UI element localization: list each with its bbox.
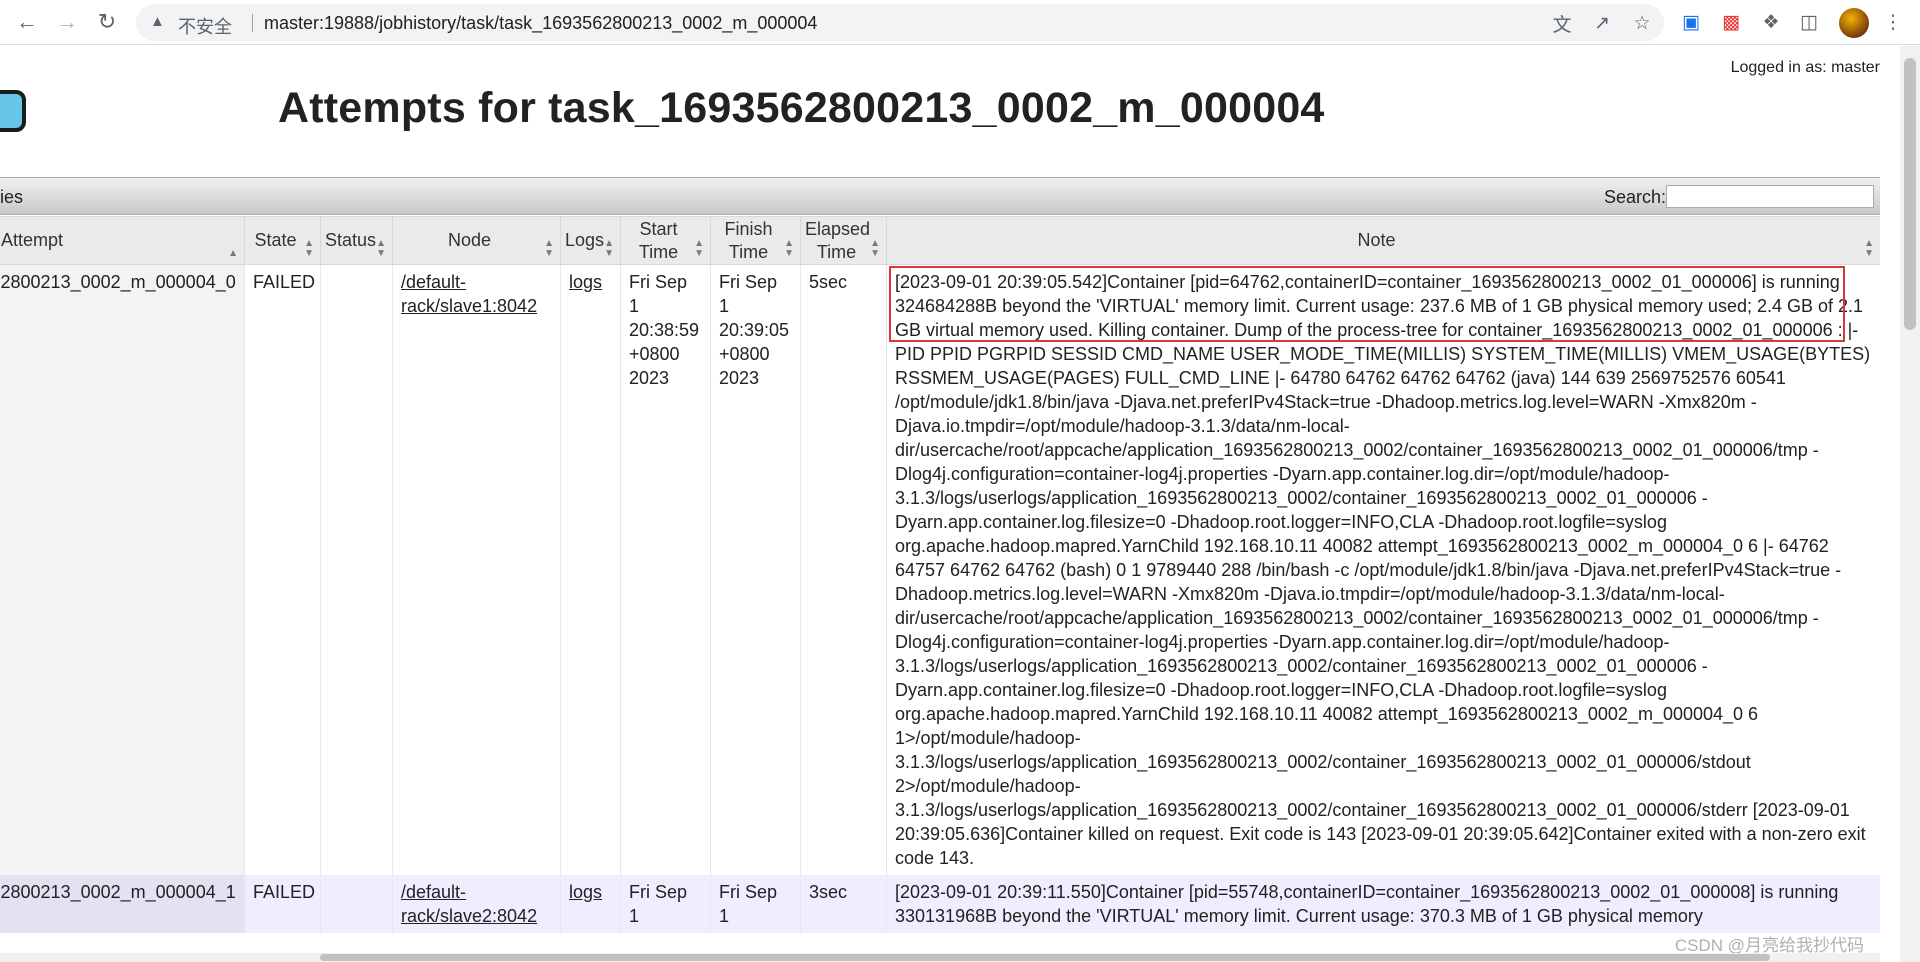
logs-link[interactable]: logs <box>569 882 602 902</box>
sort-icon[interactable]: ▲ ▼ <box>544 239 554 259</box>
profile-avatar[interactable] <box>1839 8 1869 38</box>
sort-icon[interactable]: ▲ ▼ <box>604 239 614 259</box>
sort-icon[interactable]: ▲ ▼ <box>694 239 704 259</box>
page-title: Attempts for task_1693562800213_0002_m_0… <box>278 84 1325 132</box>
extensions-puzzle-icon[interactable]: ❖ <box>1758 9 1784 35</box>
entries-label: ies <box>0 187 24 207</box>
hadoop-logo-icon <box>0 90 26 132</box>
url-text[interactable]: master:19888/jobhistory/task/task_169356… <box>264 13 817 34</box>
forward-icon[interactable]: → <box>54 9 80 35</box>
column-header-attempt[interactable]: Attempt ▲ <box>0 216 245 265</box>
logged-in-status: Logged in as: master <box>1730 59 1880 76</box>
note-cell: [2023-09-01 20:39:05.542]Container [pid=… <box>886 264 1880 875</box>
elapsed-time: 5sec <box>800 264 887 875</box>
browser-toolbar: ← → ↻ ▲ 不安全 master:19888/jobhistory/task… <box>0 0 1920 45</box>
sort-icon[interactable]: ▲ ▼ <box>304 239 314 259</box>
node-link[interactable]: /default-rack/slave2:8042 <box>401 882 537 926</box>
column-header-label: Logs <box>565 230 605 250</box>
column-header-label: Status <box>325 230 377 250</box>
sort-icon[interactable]: ▲ ▼ <box>376 239 386 259</box>
column-header-status[interactable]: Status ▲ ▼ <box>320 216 393 265</box>
horizontal-scrollbar[interactable] <box>0 953 1880 962</box>
column-header-label: Start Time <box>638 218 679 262</box>
attempt-id: 2800213_0002_m_000004_0 <box>0 264 245 875</box>
omnibox-divider <box>252 14 253 32</box>
column-header-state[interactable]: State ▲ ▼ <box>244 216 321 265</box>
finish-time: Fri Sep 1 20:39:05 +0800 2023 <box>710 264 801 875</box>
vertical-scroll-thumb[interactable] <box>1904 58 1916 330</box>
column-header-note[interactable]: Note ▲ ▼ <box>886 216 1880 265</box>
red-extension-icon[interactable]: ▩ <box>1718 9 1744 35</box>
side-panel-icon[interactable]: ◫ <box>1796 9 1822 35</box>
start-time: Fri Sep 1 <box>620 875 711 933</box>
vertical-scrollbar[interactable] <box>1900 46 1920 962</box>
table-toolbar: ies Search: <box>0 177 1880 215</box>
translate-icon[interactable]: 文 <box>1550 11 1574 36</box>
attempt-status <box>320 875 393 933</box>
column-header-finish-time[interactable]: Finish Time ▲ ▼ <box>710 216 801 265</box>
reload-icon[interactable]: ↻ <box>94 9 120 35</box>
menu-kebab-icon[interactable]: ⋮ <box>1880 9 1906 35</box>
finish-time: Fri Sep 1 <box>710 875 801 933</box>
column-header-label: Attempt <box>1 230 64 250</box>
attempts-table: Attempt ▲ State ▲ ▼ Status ▲ ▼ Node ▲ ▼ Logs ▲ ▼ … <box>0 216 1880 933</box>
column-header-elapsed-time[interactable]: Elapsed Time ▲ ▼ <box>800 216 887 265</box>
start-time: Fri Sep 1 20:38:59 +0800 2023 <box>620 264 711 875</box>
column-header-label: Finish Time <box>724 218 773 262</box>
logs-link[interactable]: logs <box>569 272 602 292</box>
back-icon[interactable]: ← <box>14 9 40 35</box>
search-label: Search: <box>1604 187 1667 207</box>
translate-extension-icon[interactable]: ▣ <box>1678 9 1704 35</box>
horizontal-scroll-thumb[interactable] <box>320 954 1770 961</box>
attempt-state: FAILED <box>244 264 321 875</box>
attempt-state: FAILED <box>244 875 321 933</box>
search-input[interactable] <box>1666 185 1874 208</box>
address-bar[interactable]: ▲ 不安全 master:19888/jobhistory/task/task_… <box>136 4 1664 41</box>
sort-ascending-icon[interactable]: ▲ <box>228 249 238 259</box>
insecure-label: 不安全 <box>178 17 232 37</box>
attempt-id: 2800213_0002_m_000004_1 <box>0 875 245 933</box>
note-text: [2023-09-01 20:39:05.542]Container [pid=… <box>895 272 1871 868</box>
share-icon[interactable]: ↗ <box>1590 11 1614 35</box>
column-header-label: Elapsed Time <box>805 218 871 262</box>
column-header-start-time[interactable]: Start Time ▲ ▼ <box>620 216 711 265</box>
elapsed-time: 3sec <box>800 875 887 933</box>
column-header-node[interactable]: Node ▲ ▼ <box>392 216 561 265</box>
column-header-label: State <box>254 230 297 250</box>
sort-icon[interactable]: ▲ ▼ <box>870 239 880 259</box>
table-header-row: Attempt ▲ State ▲ ▼ Status ▲ ▼ Node ▲ ▼ Logs ▲ ▼ … <box>0 216 1880 265</box>
bookmark-star-icon[interactable]: ☆ <box>1630 11 1654 35</box>
attempt-status <box>320 264 393 875</box>
column-header-label: Node <box>447 230 492 250</box>
page-content: Logged in as: master Attempts for task_1… <box>0 46 1880 962</box>
table-row: 2800213_0002_m_000004_1 FAILED /default-… <box>0 875 1880 933</box>
sort-icon[interactable]: ▲ ▼ <box>1864 239 1874 259</box>
note-text: [2023-09-01 20:39:11.550]Container [pid=… <box>886 875 1880 933</box>
note-container: [2023-09-01 20:39:05.542]Container [pid=… <box>889 266 1872 870</box>
sort-icon[interactable]: ▲ ▼ <box>784 239 794 259</box>
node-link[interactable]: /default-rack/slave1:8042 <box>401 272 537 316</box>
table-row: 2800213_0002_m_000004_0 FAILED /default-… <box>0 264 1880 875</box>
column-header-logs[interactable]: Logs ▲ ▼ <box>560 216 621 265</box>
warning-icon: ▲ <box>150 13 165 30</box>
column-header-label: Note <box>1357 230 1396 250</box>
